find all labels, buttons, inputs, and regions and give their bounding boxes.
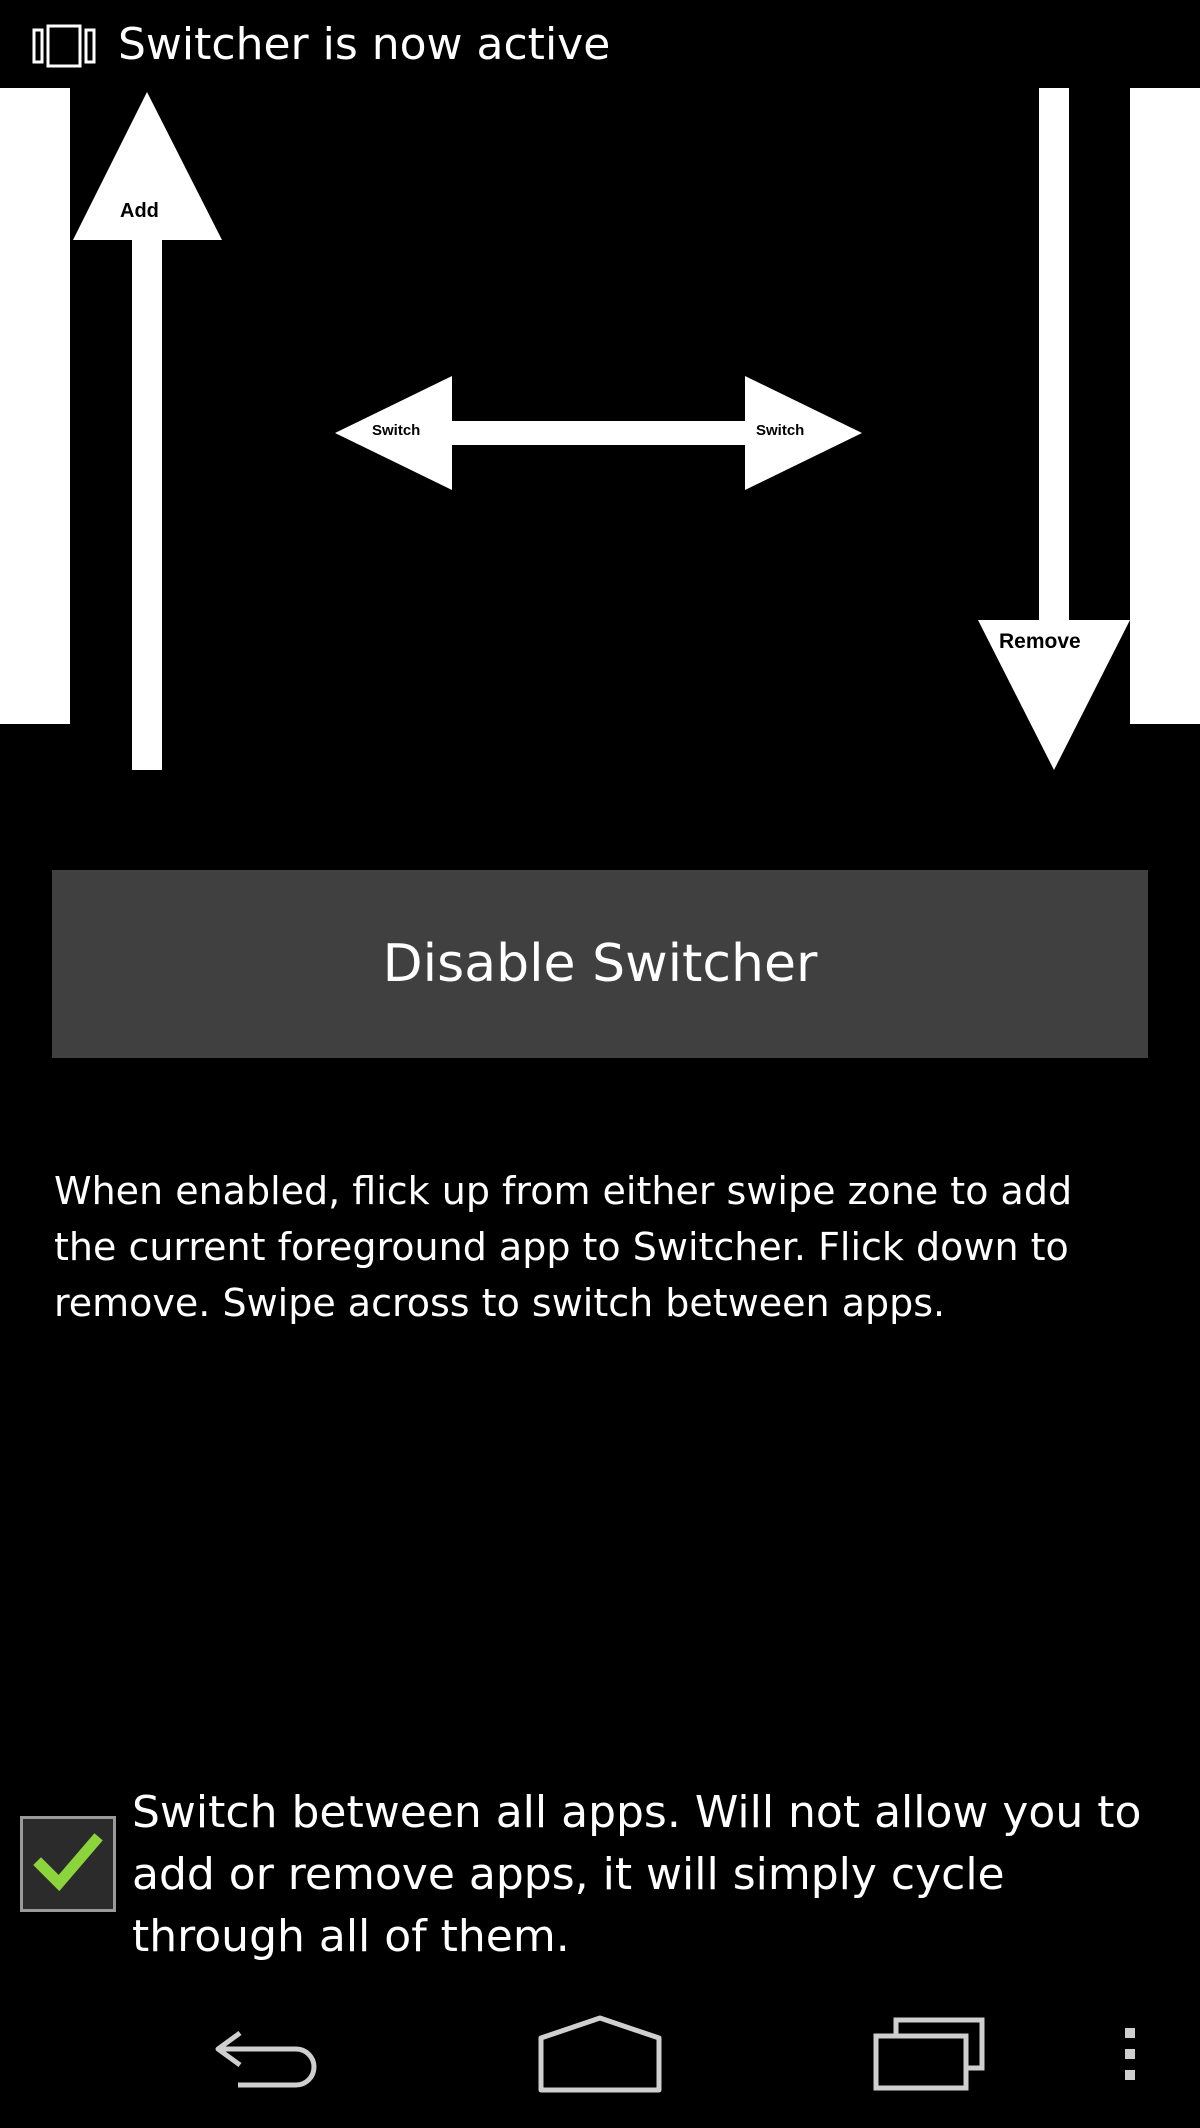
checkmark-icon	[33, 1833, 103, 1892]
remove-label: Remove	[999, 630, 1081, 653]
add-arrow-icon	[73, 92, 222, 770]
back-icon	[215, 2030, 317, 2088]
recents-icon	[873, 2017, 985, 2091]
switcher-screen: Switcher is now active Add Switch Switch…	[0, 0, 1200, 2128]
disable-switcher-button[interactable]: Disable Switcher	[52, 870, 1148, 1058]
recents-button[interactable]	[820, 1980, 1040, 2128]
home-button[interactable]	[490, 1980, 710, 2128]
switch-left-label: Switch	[372, 422, 421, 439]
back-button[interactable]	[160, 1980, 380, 2128]
add-label: Add	[120, 200, 159, 222]
notification-text: Switcher is now active	[118, 19, 611, 70]
switch-right-label: Switch	[756, 422, 805, 439]
home-icon	[538, 2015, 662, 2093]
switch-all-apps-checkbox[interactable]	[20, 1816, 116, 1912]
gesture-arrows	[73, 88, 1130, 770]
navigation-bar	[0, 1980, 1200, 2128]
gesture-diagram: Add Switch Switch Remove	[0, 80, 1200, 780]
remove-arrow-icon	[978, 88, 1130, 770]
notification-row: Switcher is now active	[0, 0, 1200, 90]
switch-all-apps-option[interactable]: Switch between all apps. Will not allow …	[0, 1780, 1200, 1962]
overflow-menu-icon	[1125, 2028, 1135, 2080]
description-text: When enabled, flick up from either swipe…	[54, 1169, 1073, 1325]
overflow-menu-button[interactable]	[1090, 1980, 1170, 2128]
switcher-icon	[32, 24, 96, 68]
switch-all-apps-label: Switch between all apps. Will not allow …	[132, 1787, 1142, 1962]
